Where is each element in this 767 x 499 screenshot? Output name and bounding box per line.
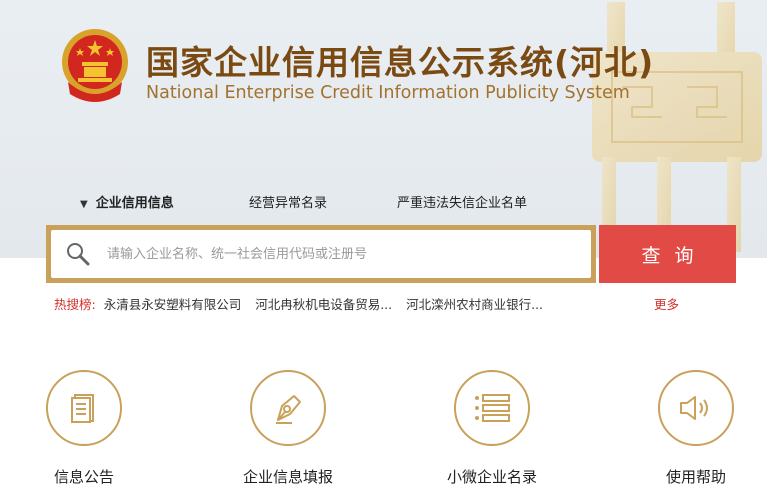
feature-circle	[46, 370, 122, 446]
feature-label: 使用帮助	[665, 468, 727, 486]
hero-banner: 国家企业信用信息公示系统(河北) National Enterprise Cre…	[0, 0, 767, 258]
hot-search-item[interactable]: 河北冉秋机电设备贸易...	[255, 297, 392, 312]
feature-info-announcement[interactable]: 信息公告	[44, 370, 124, 486]
feature-label: 信息公告	[53, 468, 115, 486]
tab-label: 企业信用信息	[95, 196, 174, 211]
hot-search-more-link[interactable]: 更多	[654, 294, 679, 313]
tab-abnormal-list[interactable]: 经营异常名录	[249, 192, 327, 211]
hot-search-label: 热搜榜:	[54, 297, 96, 312]
search-box	[46, 225, 596, 283]
feature-help[interactable]: 使用帮助	[656, 370, 736, 486]
hot-search-row: 热搜榜: 永清县永安塑料有限公司 河北冉秋机电设备贸易... 河北滦州农村商业银…	[54, 294, 543, 313]
triangle-down-icon: ▼	[80, 199, 88, 210]
feature-label: 小微企业名录	[446, 468, 538, 486]
search-inner	[51, 230, 591, 278]
tab-credit-info[interactable]: ▼ 企业信用信息	[80, 192, 174, 211]
feature-label: 企业信息填报	[242, 468, 334, 486]
speaker-icon	[680, 396, 708, 420]
search-icon	[67, 243, 90, 266]
feature-circle	[250, 370, 326, 446]
site-title: 国家企业信用信息公示系统(河北)	[146, 43, 655, 82]
document-icon	[71, 394, 94, 423]
tab-serious-violation-list[interactable]: 严重违法失信企业名单	[397, 192, 527, 211]
tab-label: 严重违法失信企业名单	[397, 196, 528, 211]
site-subtitle: National Enterprise Credit Information P…	[146, 83, 630, 103]
hot-search-item[interactable]: 永清县永安塑料有限公司	[104, 297, 242, 312]
feature-circle	[454, 370, 530, 446]
hot-search-item[interactable]: 河北滦州农村商业银行...	[406, 297, 543, 312]
feature-circle	[658, 370, 734, 446]
feature-small-micro-enterprise-list[interactable]: 小微企业名录	[447, 370, 537, 486]
list-icon	[475, 394, 510, 422]
search-input[interactable]	[105, 238, 591, 270]
search-button[interactable]: 查询	[599, 225, 736, 283]
national-emblem-icon	[62, 29, 128, 102]
feature-enterprise-info-filing[interactable]: 企业信息填报	[243, 370, 333, 486]
tab-label: 经营异常名录	[249, 196, 328, 211]
pen-nib-icon	[276, 395, 301, 424]
